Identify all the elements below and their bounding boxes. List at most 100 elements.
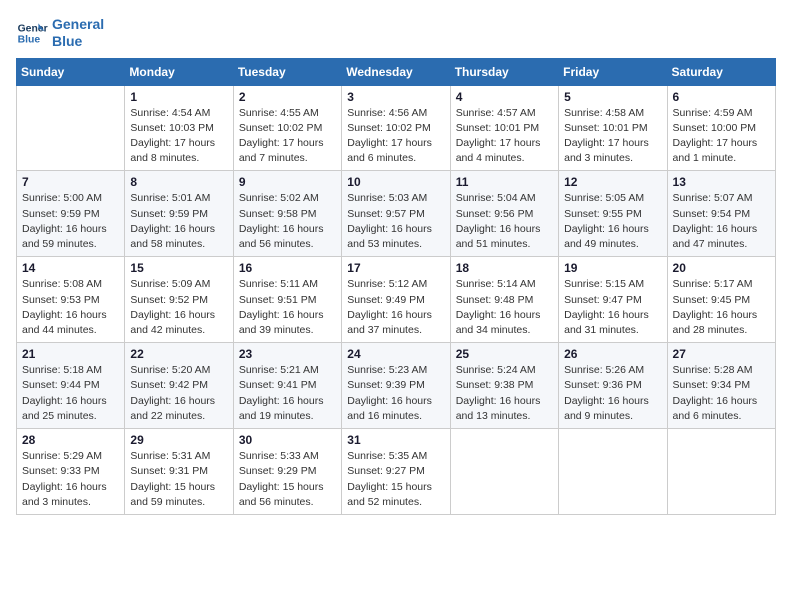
day-cell: 1 Sunrise: 4:54 AMSunset: 10:03 PMDayligh… [125,85,233,171]
svg-text:Blue: Blue [18,34,41,45]
day-number: 27 [673,347,770,361]
week-row-4: 21 Sunrise: 5:18 AMSunset: 9:44 PMDayligh… [17,343,776,429]
weekday-saturday: Saturday [667,58,775,85]
day-info: Sunrise: 5:05 AMSunset: 9:55 PMDaylight:… [564,191,661,252]
day-cell [450,429,558,515]
day-number: 11 [456,175,553,189]
day-cell: 17Sunrise: 5:12 AMSunset: 9:49 PMDayligh… [342,257,450,343]
day-cell: 21 Sunrise: 5:18 AMSunset: 9:44 PMDayligh… [17,343,125,429]
day-info: Sunrise: 5:24 AMSunset: 9:38 PMDaylight:… [456,363,553,424]
day-info: Sunrise: 5:02 AMSunset: 9:58 PMDaylight:… [239,191,336,252]
day-info: Sunrise: 5:07 AMSunset: 9:54 PMDaylight:… [673,191,770,252]
day-number: 2 [239,90,336,104]
weekday-thursday: Thursday [450,58,558,85]
day-cell: 15 Sunrise: 5:09 AMSunset: 9:52 PMDayligh… [125,257,233,343]
day-cell: 30Sunrise: 5:33 AMSunset: 9:29 PMDayligh… [233,429,341,515]
day-number: 23 [239,347,336,361]
day-number: 29 [130,433,227,447]
day-info: Sunrise: 4:55 AMSunset: 10:02 PMDaylight… [239,106,336,167]
day-number: 4 [456,90,553,104]
day-info: Sunrise: 5:17 AMSunset: 9:45 PMDaylight:… [673,277,770,338]
day-number: 16 [239,261,336,275]
day-info: Sunrise: 5:08 AMSunset: 9:53 PMDaylight:… [22,277,119,338]
day-info: Sunrise: 4:58 AMSunset: 10:01 PMDaylight… [564,106,661,167]
day-cell: 2 Sunrise: 4:55 AMSunset: 10:02 PMDayligh… [233,85,341,171]
day-number: 7 [22,175,119,189]
day-number: 19 [564,261,661,275]
weekday-friday: Friday [559,58,667,85]
day-cell: 18 Sunrise: 5:14 AMSunset: 9:48 PMDayligh… [450,257,558,343]
day-number: 3 [347,90,444,104]
day-number: 6 [673,90,770,104]
day-number: 1 [130,90,227,104]
day-cell: 12 Sunrise: 5:05 AMSunset: 9:55 PMDayligh… [559,171,667,257]
day-info: Sunrise: 5:09 AMSunset: 9:52 PMDaylight:… [130,277,227,338]
week-row-5: 28 Sunrise: 5:29 AMSunset: 9:33 PMDayligh… [17,429,776,515]
logo-icon: General Blue [16,17,48,49]
day-cell: 27 Sunrise: 5:28 AMSunset: 9:34 PMDayligh… [667,343,775,429]
day-cell [559,429,667,515]
day-cell: 6 Sunrise: 4:59 AMSunset: 10:00 PMDayligh… [667,85,775,171]
day-number: 15 [130,261,227,275]
day-info: Sunrise: 4:56 AMSunset: 10:02 PMDaylight… [347,106,444,167]
day-cell: 20 Sunrise: 5:17 AMSunset: 9:45 PMDayligh… [667,257,775,343]
day-info: Sunrise: 5:18 AMSunset: 9:44 PMDaylight:… [22,363,119,424]
svg-text:General: General [18,23,48,34]
day-number: 20 [673,261,770,275]
day-cell: 28 Sunrise: 5:29 AMSunset: 9:33 PMDayligh… [17,429,125,515]
day-cell [667,429,775,515]
day-info: Sunrise: 5:01 AMSunset: 9:59 PMDaylight:… [130,191,227,252]
day-info: Sunrise: 5:14 AMSunset: 9:48 PMDaylight:… [456,277,553,338]
day-cell: 14 Sunrise: 5:08 AMSunset: 9:53 PMDayligh… [17,257,125,343]
day-number: 10 [347,175,444,189]
day-number: 26 [564,347,661,361]
day-cell: 23 Sunrise: 5:21 AMSunset: 9:41 PMDayligh… [233,343,341,429]
day-cell: 8 Sunrise: 5:01 AMSunset: 9:59 PMDaylight… [125,171,233,257]
day-number: 9 [239,175,336,189]
day-number: 30 [239,433,336,447]
calendar-body: 1 Sunrise: 4:54 AMSunset: 10:03 PMDayligh… [17,85,776,514]
day-cell: 9 Sunrise: 5:02 AMSunset: 9:58 PMDaylight… [233,171,341,257]
day-cell: 10 Sunrise: 5:03 AMSunset: 9:57 PMDayligh… [342,171,450,257]
day-cell: 19Sunrise: 5:15 AMSunset: 9:47 PMDayligh… [559,257,667,343]
day-number: 8 [130,175,227,189]
weekday-wednesday: Wednesday [342,58,450,85]
day-number: 14 [22,261,119,275]
day-cell: 4Sunrise: 4:57 AMSunset: 10:01 PMDayligh… [450,85,558,171]
day-info: Sunrise: 4:59 AMSunset: 10:00 PMDaylight… [673,106,770,167]
calendar-table: SundayMondayTuesdayWednesdayThursdayFrid… [16,58,776,515]
logo: General Blue General Blue [16,16,104,50]
weekday-tuesday: Tuesday [233,58,341,85]
day-cell: 22 Sunrise: 5:20 AMSunset: 9:42 PMDayligh… [125,343,233,429]
day-info: Sunrise: 5:31 AMSunset: 9:31 PMDaylight:… [130,449,227,510]
weekday-header-row: SundayMondayTuesdayWednesdayThursdayFrid… [17,58,776,85]
day-cell: 5Sunrise: 4:58 AMSunset: 10:01 PMDayligh… [559,85,667,171]
day-number: 13 [673,175,770,189]
day-cell: 7Sunrise: 5:00 AMSunset: 9:59 PMDaylight… [17,171,125,257]
day-number: 18 [456,261,553,275]
day-info: Sunrise: 5:29 AMSunset: 9:33 PMDaylight:… [22,449,119,510]
day-number: 28 [22,433,119,447]
day-info: Sunrise: 5:03 AMSunset: 9:57 PMDaylight:… [347,191,444,252]
day-number: 21 [22,347,119,361]
week-row-3: 14 Sunrise: 5:08 AMSunset: 9:53 PMDayligh… [17,257,776,343]
day-cell: 11Sunrise: 5:04 AMSunset: 9:56 PMDayligh… [450,171,558,257]
day-cell: 3 Sunrise: 4:56 AMSunset: 10:02 PMDayligh… [342,85,450,171]
day-cell: 31Sunrise: 5:35 AMSunset: 9:27 PMDayligh… [342,429,450,515]
logo-text: General Blue [52,16,104,50]
day-info: Sunrise: 5:28 AMSunset: 9:34 PMDaylight:… [673,363,770,424]
day-number: 22 [130,347,227,361]
weekday-sunday: Sunday [17,58,125,85]
day-number: 24 [347,347,444,361]
day-number: 12 [564,175,661,189]
page-header: General Blue General Blue [16,16,776,50]
day-info: Sunrise: 5:20 AMSunset: 9:42 PMDaylight:… [130,363,227,424]
day-cell [17,85,125,171]
day-cell: 26Sunrise: 5:26 AMSunset: 9:36 PMDayligh… [559,343,667,429]
day-info: Sunrise: 5:21 AMSunset: 9:41 PMDaylight:… [239,363,336,424]
day-number: 17 [347,261,444,275]
weekday-monday: Monday [125,58,233,85]
day-cell: 13 Sunrise: 5:07 AMSunset: 9:54 PMDayligh… [667,171,775,257]
day-info: Sunrise: 4:54 AMSunset: 10:03 PMDaylight… [130,106,227,167]
day-cell: 24Sunrise: 5:23 AMSunset: 9:39 PMDayligh… [342,343,450,429]
